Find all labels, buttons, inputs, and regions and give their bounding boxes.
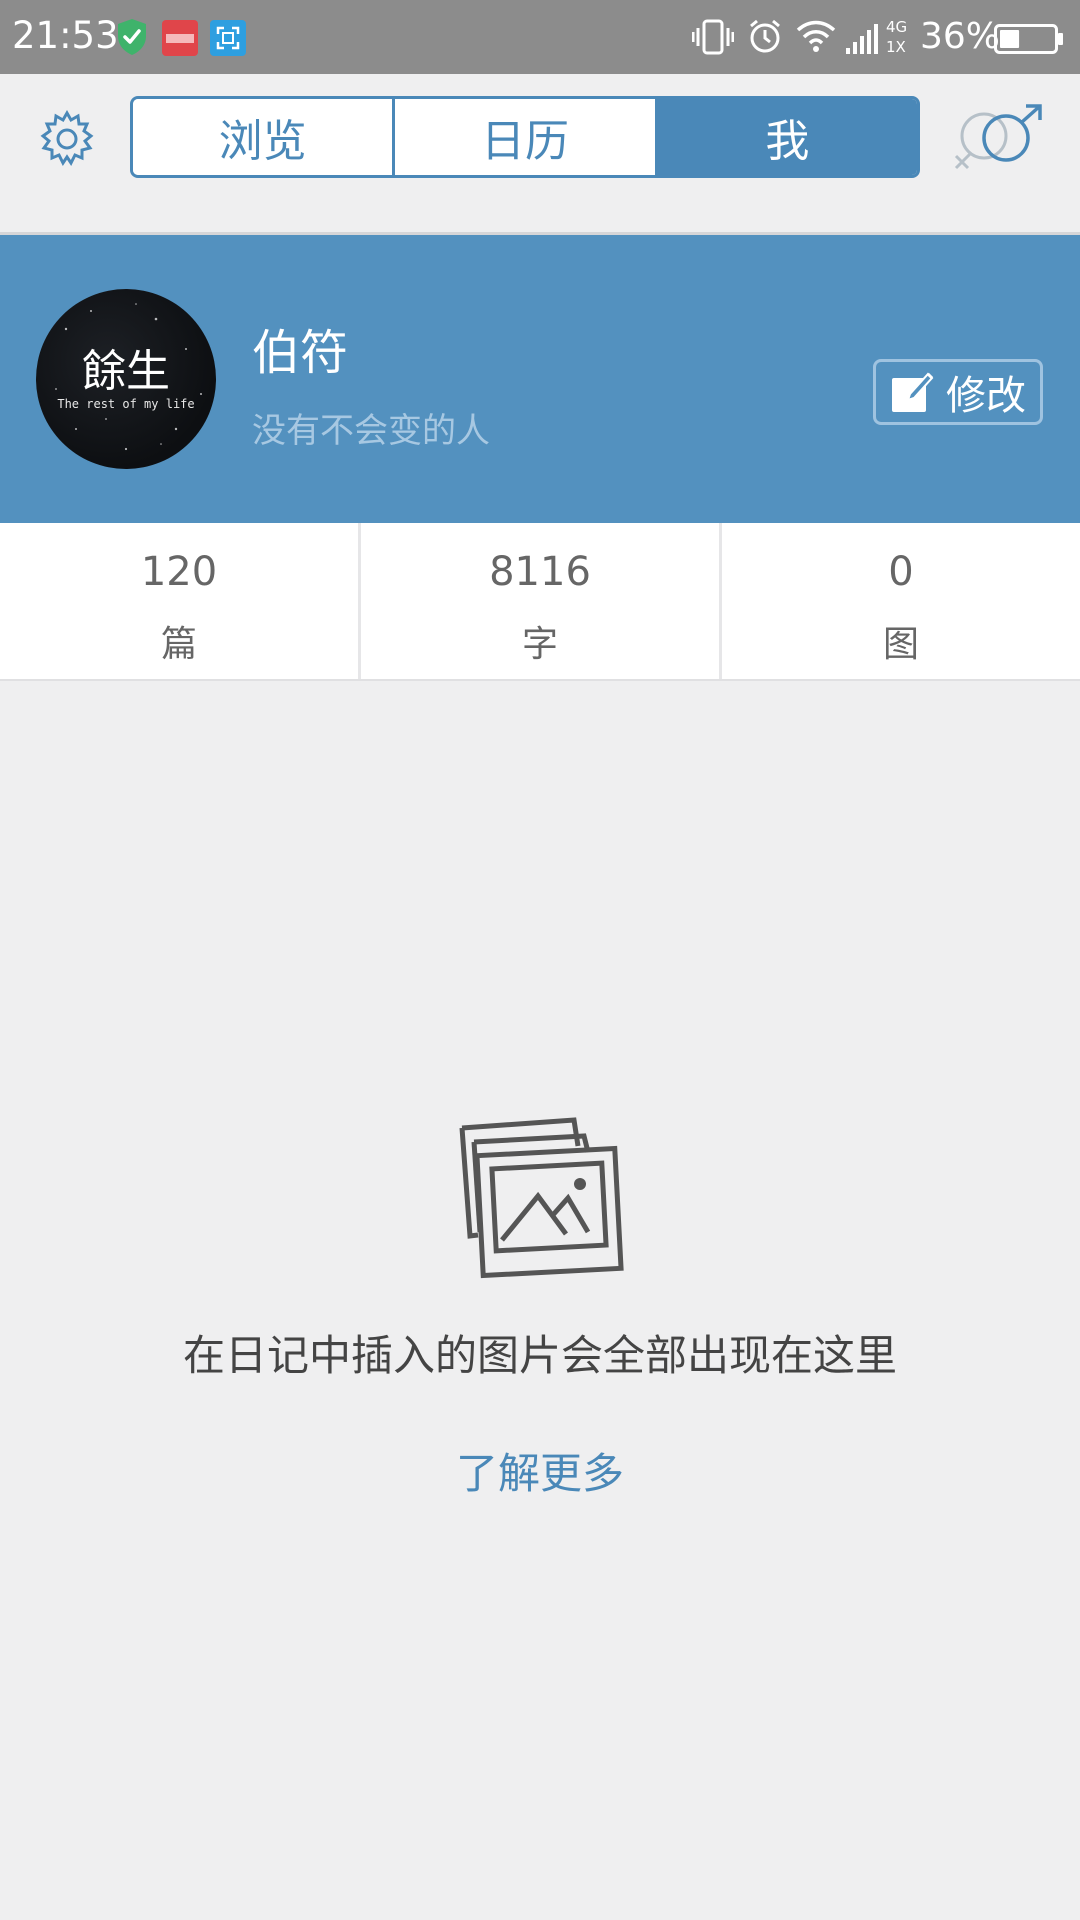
- stat-words[interactable]: 8116 字: [358, 523, 719, 679]
- stat-label: 字: [521, 624, 558, 665]
- avatar-title: 餘生: [82, 346, 170, 397]
- stat-value: 0: [888, 549, 914, 595]
- avatar[interactable]: 餘生 The rest of my life: [36, 289, 216, 469]
- sim-label: 1X: [886, 38, 906, 56]
- status-bar: 21:53 4G 1X 36%: [0, 0, 1080, 74]
- shield-check-icon: [118, 19, 146, 55]
- learn-more-link[interactable]: 了解更多: [0, 1440, 1080, 1501]
- empty-state-message: 在日记中插入的图片会全部出现在这里: [182, 1331, 897, 1380]
- stat-value: 8116: [489, 549, 591, 595]
- vibrate-icon: [692, 19, 734, 55]
- screenshot-icon: [210, 20, 246, 56]
- view-tabs: 浏览 日历 我: [130, 96, 920, 178]
- edit-profile-button[interactable]: 修改: [873, 359, 1043, 425]
- profile-banner: 餘生 The rest of my life 伯符 没有不会变的人 修改: [0, 235, 1080, 523]
- tab-me[interactable]: 我: [654, 99, 917, 175]
- stats-row: 120 篇 8116 字 0 图: [0, 523, 1080, 681]
- wifi-icon: [796, 20, 836, 52]
- stat-label: 篇: [160, 624, 197, 665]
- battery-icon: [994, 24, 1063, 54]
- stat-label: 图: [882, 624, 919, 665]
- profile-motto: 没有不会变的人: [252, 411, 490, 451]
- avatar-subtitle: The rest of my life: [57, 397, 195, 411]
- edit-label: 修改: [946, 373, 1026, 419]
- tab-calendar[interactable]: 日历: [392, 99, 655, 175]
- stat-value: 120: [140, 549, 218, 595]
- status-time: 21:53: [12, 14, 119, 57]
- stat-entries[interactable]: 120 篇: [0, 523, 358, 679]
- qiku-icon: [162, 20, 198, 56]
- network-type: 4G: [886, 18, 908, 36]
- signal-icon: [846, 24, 878, 54]
- tab-browse[interactable]: 浏览: [133, 99, 393, 175]
- learn-more-label[interactable]: 了解更多: [456, 1449, 624, 1498]
- alarm-icon: [750, 19, 780, 53]
- stat-images[interactable]: 0 图: [719, 523, 1080, 679]
- photos-icon: [459, 1117, 624, 1279]
- edit-icon: [892, 372, 934, 412]
- battery-percent: 36%: [920, 16, 1001, 57]
- settings-gear-icon[interactable]: [38, 110, 96, 168]
- profile-name: 伯符: [252, 325, 349, 381]
- gender-icon[interactable]: [950, 104, 1046, 174]
